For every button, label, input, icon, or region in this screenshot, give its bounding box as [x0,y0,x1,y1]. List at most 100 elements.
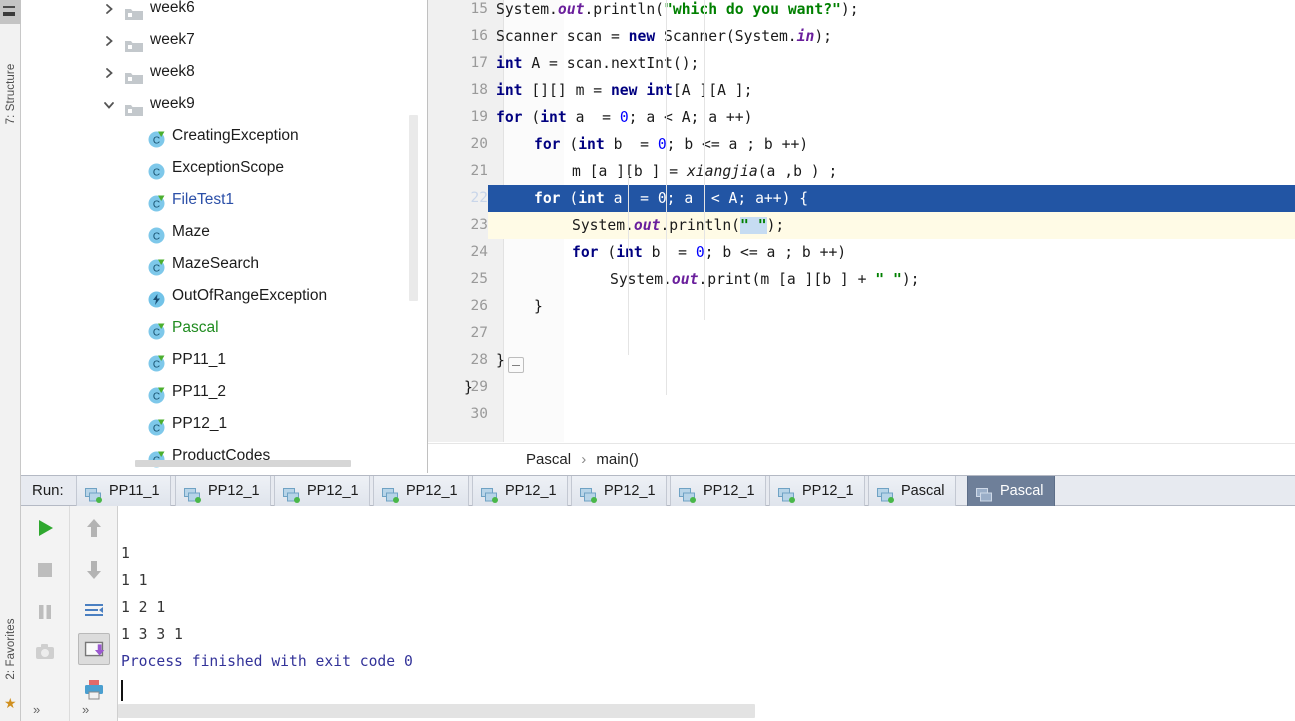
run-tab-3[interactable]: PP12_1 [373,476,469,506]
project-tree[interactable]: week6 week7 week8 week9 C CreatingException C E… [21,0,428,473]
tree-item-pp12_1[interactable]: C PP12_1 [21,408,427,440]
code-text[interactable]: for (int a = 0; a < A; a ++) [496,104,752,131]
tree-item-maze[interactable]: C Maze [21,216,427,248]
code-text[interactable]: for (int b = 0; b <= a ; b ++) [572,239,846,266]
run-tab-6[interactable]: PP12_1 [670,476,766,506]
run-tab-4[interactable]: PP12_1 [472,476,568,506]
run-tab-1[interactable]: PP12_1 [175,476,271,506]
line-number: 16 [470,28,488,44]
code-editor[interactable]: 15 System.out.println("which do you want?… [428,0,1295,442]
editor-line-15[interactable]: 15 System.out.println("which do you want?… [428,0,1295,23]
editor-line-26[interactable]: 26} [428,293,1295,320]
code-fold-collapse-icon[interactable] [508,357,524,373]
code-text[interactable]: System.out.println("which do you want?")… [496,0,859,23]
editor-line-20[interactable]: 20 for (int b = 0; b <= a ; b ++) [428,131,1295,158]
run-tab-8[interactable]: Pascal [868,476,956,506]
run-tab-label: PP11_1 [109,483,160,499]
line-number: 22 [428,185,488,212]
tree-item-mazesearch[interactable]: C MazeSearch [21,248,427,280]
chevron-right-icon[interactable] [101,0,117,24]
run-configuration-icon [382,484,399,503]
line-number: 27 [470,325,488,341]
editor-line-27[interactable]: 27 [428,320,1295,347]
code-text[interactable]: System.out.println(" "); [572,212,784,239]
tree-item-exceptionscope[interactable]: C ExceptionScope [21,152,427,184]
tree-item-pp11_1[interactable]: C PP11_1 [21,344,427,376]
sidebar-tab-favorites[interactable]: 2: Favorites [2,612,20,686]
editor-line-22[interactable]: 22 for (int a = 0; a < A; a++) { [428,185,1295,212]
code-text[interactable]: System.out.print(m [a ][b ] + " "); [610,266,920,293]
java-class-icon: C [148,224,165,244]
code-text[interactable]: for (int b = 0; b <= a ; b ++) [534,131,808,158]
scroll-to-end-icon[interactable] [78,633,110,665]
run-configuration-icon [283,484,300,503]
tree-item-creatingexception[interactable]: C CreatingException [21,120,427,152]
sidebar-tab-structure[interactable]: 7: Structure [2,57,20,131]
editor-line-21[interactable]: 21 m [a ][b ] = xiangjia(a ,b ) ; [428,158,1295,185]
code-text[interactable]: Scanner scan = new Scanner(System.in); [496,23,832,50]
run-toolbar-right-more-icon[interactable]: » [82,702,89,717]
run-tab-2[interactable]: PP12_1 [274,476,370,506]
editor-line-28[interactable]: 28} [428,347,1295,374]
chevron-right-icon[interactable] [101,56,117,88]
code-text[interactable]: int [][] m = new int[A ][A ]; [496,77,752,104]
editor-line-17[interactable]: 17 int A = scan.nextInt(); [428,50,1295,77]
run-configuration-icon [184,484,201,503]
arrow-down-icon[interactable] [78,554,110,586]
project-tree-horizontal-scrollbar[interactable] [135,460,351,467]
chevron-right-icon[interactable] [101,24,117,56]
java-class-icon: C [148,320,165,340]
run-tab-9[interactable]: Pascal [967,476,1055,506]
breadcrumb-method[interactable]: main() [596,451,639,468]
soft-wrap-icon[interactable] [78,594,110,626]
print-icon[interactable] [78,673,110,705]
tree-item-productcodes[interactable]: CProductCodes [21,440,427,472]
editor-line-25[interactable]: 25 System.out.print(m [a ][b ] + " "); [428,266,1295,293]
run-tool-window-tabbar: Run: PP11_1 PP12_1 PP12_1 PP12_1 PP12_1 PP12_… [21,475,1295,506]
java-class-icon: C [148,192,165,212]
run-console-output[interactable]: 1 1 1 1 2 1 1 3 3 1 Process finished with ex… [118,506,1295,721]
rerun-play-icon[interactable] [29,512,61,544]
run-toolbar-left-more-icon[interactable]: » [33,702,40,717]
console-horizontal-scrollbar-thumb[interactable] [118,704,755,718]
code-text[interactable]: } [464,374,473,401]
project-tree-vertical-scrollbar[interactable] [409,115,418,301]
line-number: 24 [470,244,488,260]
code-text[interactable]: } [496,347,505,374]
tree-item-week8[interactable]: week8 [21,56,427,88]
console-horizontal-scrollbar-track[interactable] [118,701,1295,721]
breadcrumb-class[interactable]: Pascal [526,451,571,468]
breadcrumb[interactable]: Pascal › main() [428,443,1295,475]
tree-item-outofrangeexception[interactable]: OutOfRangeException [21,280,427,312]
run-tab-0[interactable]: PP11_1 [76,476,171,506]
editor-line-29[interactable]: 29} [428,374,1295,401]
editor-line-16[interactable]: 16 Scanner scan = new Scanner(System.in); [428,23,1295,50]
tree-item-label: Pascal [172,319,219,336]
tree-item-pascal[interactable]: C Pascal [21,312,427,344]
editor-line-30[interactable]: 30 [428,401,1295,428]
camera-snapshot-icon[interactable] [29,636,61,668]
editor-line-24[interactable]: 24 for (int b = 0; b <= a ; b ++) [428,239,1295,266]
tree-item-week9[interactable]: week9 [21,88,427,120]
editor-line-23[interactable]: 23 System.out.println(" "); [428,212,1295,239]
tree-item-week7[interactable]: week7 [21,24,427,56]
tree-item-week6[interactable]: week6 [21,0,427,24]
run-configuration-icon [481,484,498,503]
run-tab-5[interactable]: PP12_1 [571,476,667,506]
editor-line-19[interactable]: 19 for (int a = 0; a < A; a ++) [428,104,1295,131]
run-tab-7[interactable]: PP12_1 [769,476,865,506]
indent-guide [628,175,629,355]
tool-window-toggle-icon[interactable] [0,0,21,24]
code-text[interactable]: int A = scan.nextInt(); [496,50,699,77]
arrow-up-icon[interactable] [78,512,110,544]
code-text[interactable]: } [534,293,543,320]
tree-item-filetest1[interactable]: C FileTest1 [21,184,427,216]
editor-line-18[interactable]: 18 int [][] m = new int[A ][A ]; [428,77,1295,104]
chevron-down-icon[interactable] [101,88,117,120]
stop-icon[interactable] [29,554,61,586]
line-number: 15 [470,1,488,17]
code-text[interactable]: for (int a = 0; a < A; a++) { [534,185,808,212]
tree-item-pp11_2[interactable]: C PP11_2 [21,376,427,408]
pause-icon[interactable] [29,596,61,628]
java-class-icon: C [148,256,165,276]
